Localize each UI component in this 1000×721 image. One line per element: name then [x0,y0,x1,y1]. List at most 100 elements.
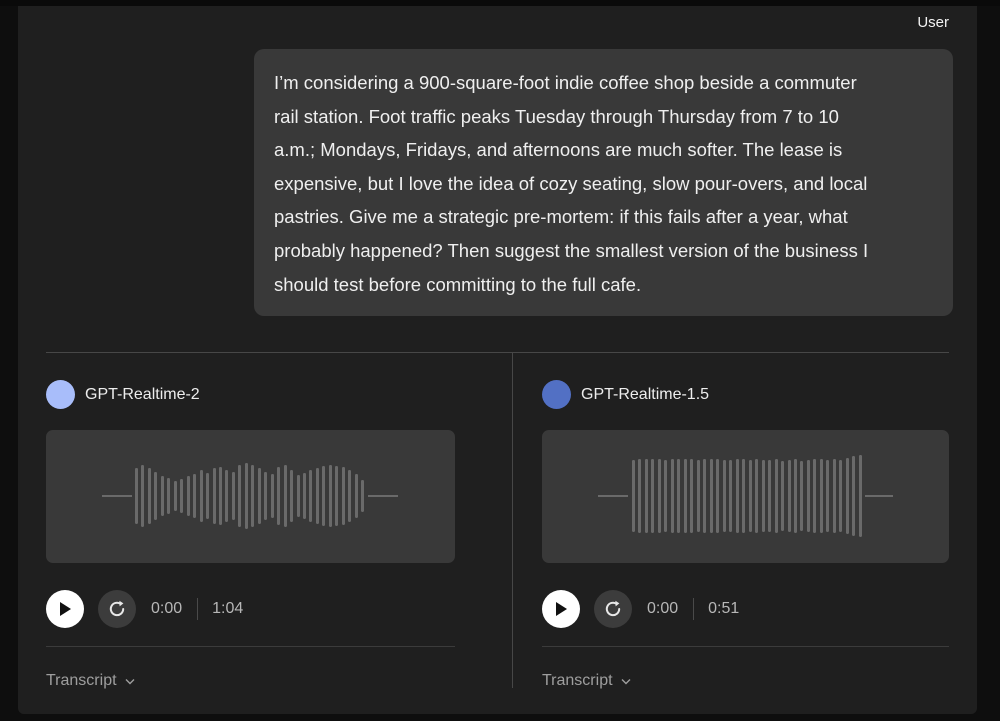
waveform-bar [135,468,138,524]
time-separator [693,598,695,620]
waveform-bar [775,459,778,533]
waveform-bar [238,465,241,527]
waveform-bar [290,470,293,522]
message-line: pastries. Give me a strategic pre-mortem… [274,206,848,228]
message-line: probably happened? Then suggest the smal… [274,239,869,261]
waveform-bar [833,459,836,533]
model-name: GPT-Realtime-1.5 [581,385,710,403]
waveform-bar [148,468,151,524]
user-message-bubble: I’m considering a 900-square-foot indie … [254,49,953,316]
waveform-bar [200,470,203,522]
waveform-bar [762,460,765,532]
replay-icon [109,600,125,617]
waveform-bar [303,473,306,519]
model-avatar [46,380,75,409]
audio-waveform[interactable] [46,430,455,563]
current-time: 0:00 [151,600,183,617]
message-line: expensive, but I love the idea of cozy s… [274,172,868,194]
waveform-bar [322,466,325,526]
transcript-toggle[interactable]: Transcript [542,672,631,690]
transcript-label: Transcript [542,672,613,689]
waveform-bar [651,459,654,533]
transcript-toggle[interactable]: Transcript [46,672,135,690]
waveform-bar [768,460,771,532]
play-icon [60,602,71,616]
waveform-bar [193,474,196,518]
waveform-bar [839,460,842,532]
waveform-bar [264,472,267,520]
waveform-bar [749,460,752,532]
play-button[interactable] [542,590,580,628]
model-header: GPT-Realtime-1.5 [542,380,709,409]
waveform-bar [329,465,332,527]
waveform-bar [852,456,855,536]
replay-icon [605,600,621,617]
waveform-bar [710,459,713,533]
waveform-bar [361,480,364,512]
waveform-bar [736,459,739,533]
waveform-bar [297,475,300,517]
waveform-bar [277,467,280,525]
play-button[interactable] [46,590,84,628]
model-header: GPT-Realtime-2 [46,380,200,409]
duration: 0:51 [708,600,740,617]
waveform-bar [309,470,312,522]
waveform-bar [677,459,680,533]
waveform-bar [225,470,228,522]
waveform-bar [638,459,641,533]
waveform-bar [355,474,358,518]
waveform-bar [219,467,222,525]
waveform-bar [167,478,170,514]
waveform-bar [800,461,803,531]
divider [46,646,455,647]
section-divider [46,352,949,353]
waveform-graphic [598,455,893,537]
waveform-bar [697,460,700,532]
divider [542,646,949,647]
waveform-bar [703,459,706,533]
chevron-down-icon [621,679,631,685]
waveform-bar [781,461,784,531]
waveform-bar [632,460,635,532]
waveform-bar [716,459,719,533]
replay-button[interactable] [594,590,632,628]
time-separator [197,598,199,620]
play-icon [556,602,567,616]
waveform-bar [723,460,726,532]
chevron-down-icon [125,679,135,685]
duration: 1:04 [212,600,244,617]
transcript-label: Transcript [46,672,117,689]
waveform-bar [859,455,862,537]
user-label: User [917,14,949,31]
waveform-bar [742,459,745,533]
waveform-bar [846,458,849,534]
replay-button[interactable] [98,590,136,628]
waveform-bar [180,479,183,513]
waveform-bar [664,460,667,532]
audio-controls: 0:00 0:51 [542,590,739,628]
waveform-bar [258,468,261,524]
waveform-bar [251,465,254,527]
waveform-bar [232,472,235,520]
waveform-bar [684,459,687,533]
waveform-bar [271,474,274,518]
message-line: I’m considering a 900-square-foot indie … [274,72,857,93]
waveform-bar [794,459,797,533]
waveform-bar [671,459,674,533]
waveform-bar [284,465,287,527]
waveform-bar [213,468,216,524]
column-divider [512,353,513,688]
current-time: 0:00 [647,600,679,617]
waveform-bar [174,481,177,511]
waveform-bar [316,468,319,524]
audio-controls: 0:00 1:04 [46,590,243,628]
model-name: GPT-Realtime-2 [85,385,200,403]
waveform-bar [245,463,248,529]
audio-waveform[interactable] [542,430,949,563]
waveform-bar [645,459,648,533]
waveform-bar [187,476,190,516]
waveform-bar [348,470,351,522]
waveform-bar [690,459,693,533]
message-line: rail station. Foot traffic peaks Tuesday… [274,105,839,127]
comparison-panel: User I’m considering a 900-square-foot i… [18,6,977,714]
